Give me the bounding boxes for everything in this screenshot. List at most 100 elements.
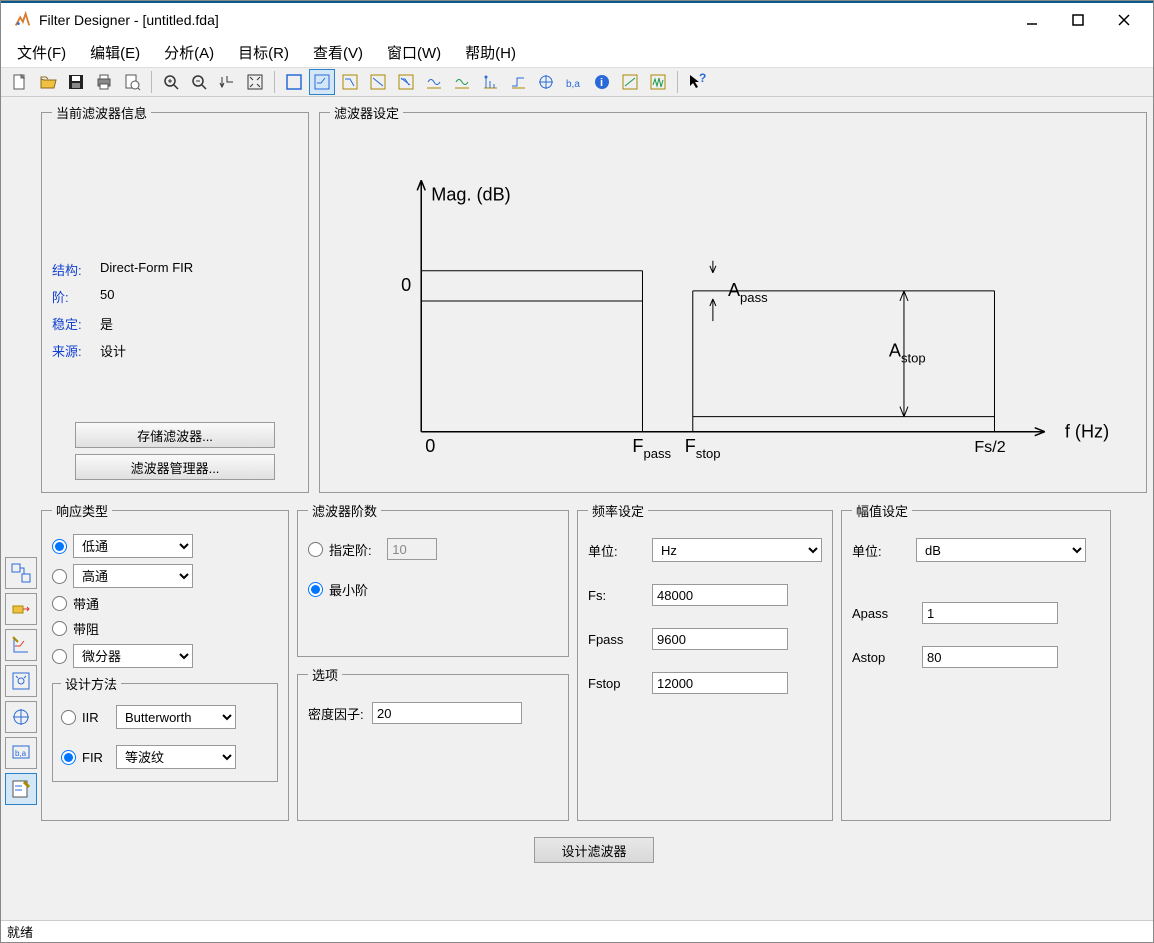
highpass-combo[interactable]: 高通 [73, 564, 193, 588]
info-order-value: 50 [100, 287, 114, 306]
minimize-button[interactable] [1009, 5, 1055, 35]
mag-phase-icon[interactable] [393, 69, 419, 95]
astop-field[interactable] [922, 646, 1058, 668]
svg-text:b,a: b,a [15, 749, 27, 758]
menu-help[interactable]: 帮助(H) [459, 40, 522, 65]
density-field[interactable] [372, 702, 522, 724]
impulse-response-icon[interactable] [477, 69, 503, 95]
magnitude-spec-panel: 幅值设定 单位:dB Apass Astop [841, 501, 1111, 821]
svg-text:Mag. (dB): Mag. (dB) [431, 184, 510, 204]
close-button[interactable] [1101, 5, 1147, 35]
menu-view[interactable]: 查看(V) [307, 40, 369, 65]
fs-field[interactable] [652, 584, 788, 606]
specify-order-radio[interactable] [308, 542, 323, 557]
info-stable-value: 是 [100, 314, 113, 333]
full-view-icon[interactable] [281, 69, 307, 95]
density-label: 密度因子: [308, 704, 372, 723]
design-method-legend: 设计方法 [61, 674, 121, 693]
mag-units-combo[interactable]: dB [916, 538, 1086, 562]
bandpass-radio[interactable] [52, 596, 67, 611]
noise-icon[interactable] [645, 69, 671, 95]
svg-text:Fstop: Fstop [685, 436, 721, 461]
iir-radio[interactable] [61, 710, 76, 725]
zoom-x-icon[interactable] [214, 69, 240, 95]
coefficients-icon[interactable]: b,a [561, 69, 587, 95]
side-mode-3-icon[interactable] [5, 629, 37, 661]
print-icon[interactable] [91, 69, 117, 95]
group-delay-icon[interactable] [421, 69, 447, 95]
astop-label: Astop [852, 650, 922, 665]
fpass-label: Fpass [588, 632, 652, 647]
options-legend: 选项 [308, 665, 342, 684]
new-icon[interactable] [7, 69, 33, 95]
options-panel: 选项 密度因子: [297, 665, 569, 821]
side-mode-4-icon[interactable] [5, 665, 37, 697]
menubar: 文件(F) 编辑(E) 分析(A) 目标(R) 查看(V) 窗口(W) 帮助(H… [1, 37, 1153, 67]
side-mode-2-icon[interactable] [5, 593, 37, 625]
zoom-fit-icon[interactable] [242, 69, 268, 95]
side-tabs: b,a [1, 97, 41, 920]
iir-method-combo[interactable]: Butterworth [116, 705, 236, 729]
diff-combo[interactable]: 微分器 [73, 644, 193, 668]
side-mode-6-icon[interactable]: b,a [5, 737, 37, 769]
apass-field[interactable] [922, 602, 1058, 624]
side-mode-5-icon[interactable] [5, 701, 37, 733]
side-mode-design-icon[interactable] [5, 773, 37, 805]
filter-spec-panel: 滤波器设定 Mag. (dB) 0 0 f (Hz) [319, 103, 1147, 493]
freq-units-combo[interactable]: Hz [652, 538, 822, 562]
help-pointer-icon[interactable]: ? [684, 69, 710, 95]
filter-manager-button[interactable]: 滤波器管理器... [75, 454, 275, 480]
statusbar: 就绪 [1, 920, 1153, 942]
minimum-order-radio[interactable] [308, 582, 323, 597]
fs-label: Fs: [588, 588, 652, 603]
menu-file[interactable]: 文件(F) [11, 40, 72, 65]
fir-method-combo[interactable]: 等波纹 [116, 745, 236, 769]
frequency-spec-legend: 频率设定 [588, 501, 648, 520]
mag-response-icon[interactable] [337, 69, 363, 95]
highpass-radio[interactable] [52, 569, 67, 584]
filter-spec-legend: 滤波器设定 [330, 103, 403, 122]
step-response-icon[interactable] [505, 69, 531, 95]
apass-label: Apass [852, 606, 922, 621]
lowpass-combo[interactable]: 低通 [73, 534, 193, 558]
svg-text:Astop: Astop [889, 340, 926, 365]
filter-spec-icon[interactable] [309, 69, 335, 95]
status-text: 就绪 [7, 922, 33, 941]
store-filter-button[interactable]: 存储滤波器... [75, 422, 275, 448]
specify-order-label: 指定阶: [329, 540, 372, 559]
zoom-out-icon[interactable] [186, 69, 212, 95]
fpass-field[interactable] [652, 628, 788, 650]
print-preview-icon[interactable] [119, 69, 145, 95]
phase-response-icon[interactable] [365, 69, 391, 95]
phase-delay-icon[interactable] [449, 69, 475, 95]
maximize-button[interactable] [1055, 5, 1101, 35]
mag-est-icon[interactable] [617, 69, 643, 95]
menu-targets[interactable]: 目标(R) [232, 40, 295, 65]
zoom-in-icon[interactable] [158, 69, 184, 95]
svg-text:i: i [600, 77, 603, 89]
minimum-order-label: 最小阶 [329, 580, 368, 599]
open-icon[interactable] [35, 69, 61, 95]
menu-window[interactable]: 窗口(W) [381, 40, 447, 65]
info-icon[interactable]: i [589, 69, 615, 95]
pole-zero-icon[interactable] [533, 69, 559, 95]
iir-label: IIR [82, 710, 110, 725]
svg-text:?: ? [699, 72, 706, 85]
fstop-field[interactable] [652, 672, 788, 694]
save-icon[interactable] [63, 69, 89, 95]
menu-edit[interactable]: 编辑(E) [84, 40, 146, 65]
spec-diagram: Mag. (dB) 0 0 f (Hz) [330, 130, 1136, 482]
info-source-label: 来源: [52, 341, 100, 360]
bandstop-radio[interactable] [52, 621, 67, 636]
diff-radio[interactable] [52, 649, 67, 664]
specify-order-field[interactable] [387, 538, 437, 560]
svg-text:b,a: b,a [566, 79, 580, 90]
menu-analysis[interactable]: 分析(A) [158, 40, 220, 65]
fir-radio[interactable] [61, 750, 76, 765]
response-type-panel: 响应类型 低通 高通 带通 带阻 微分器 设计方法 IIRButterworth… [41, 501, 289, 821]
lowpass-radio[interactable] [52, 539, 67, 554]
side-mode-1-icon[interactable] [5, 557, 37, 589]
svg-text:Fs/2: Fs/2 [974, 438, 1005, 456]
svg-text:f (Hz): f (Hz) [1065, 422, 1109, 442]
design-filter-button[interactable]: 设计滤波器 [534, 837, 654, 863]
